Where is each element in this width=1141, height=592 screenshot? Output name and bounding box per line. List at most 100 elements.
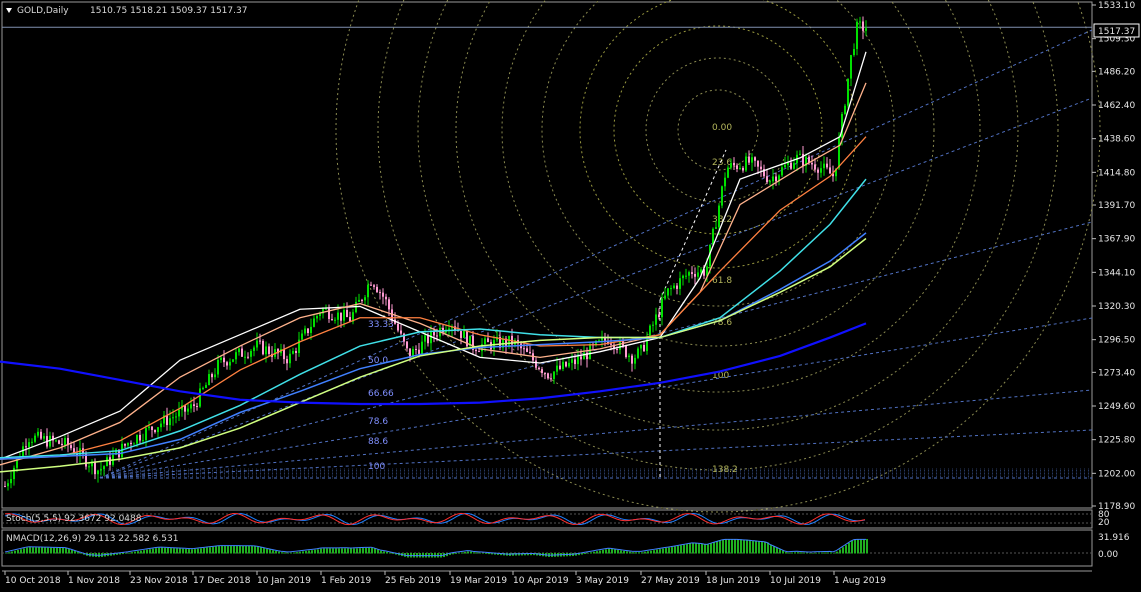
bull-candle [853, 49, 855, 56]
bull-candle [568, 362, 570, 367]
macd-histogram-bar [476, 552, 478, 554]
bull-candle [301, 333, 303, 340]
bull-candle [55, 440, 57, 442]
bear-candle [658, 314, 660, 318]
price-tick-label: 1438.60 [1098, 135, 1135, 145]
bear-candle [559, 365, 561, 370]
bear-candle [415, 349, 417, 351]
macd-histogram-bar [242, 545, 244, 554]
macd-histogram-bar [470, 551, 472, 554]
fib-arc [335, 0, 1101, 513]
macd-histogram-bar [170, 548, 172, 554]
macd-histogram-bar [740, 539, 742, 554]
bear-candle [388, 299, 390, 310]
macd-histogram-bar [293, 552, 295, 554]
fib-fan-label: 78.6 [368, 417, 388, 427]
bull-candle [700, 269, 702, 273]
macd-histogram-bar [719, 540, 721, 554]
chart-canvas[interactable]: 1533.10 1509.30 1486.20 1462.40 1438.60 1414.… [0, 0, 1141, 592]
macd-histogram-bar [743, 539, 745, 554]
fib-fan-line [99, 29, 1093, 479]
bear-candle [376, 286, 378, 293]
bear-candle [748, 156, 750, 163]
macd-histogram-bar [464, 551, 466, 554]
macd-histogram-bar [281, 552, 283, 554]
bull-candle [712, 228, 714, 245]
macd-histogram-bar [704, 544, 706, 554]
bear-candle [460, 330, 462, 338]
bull-candle [145, 428, 147, 441]
macd-histogram-bar [341, 548, 343, 554]
moving-average-line [0, 232, 867, 460]
bull-candle [781, 167, 783, 176]
macd-histogram-bar [140, 550, 142, 554]
bear-candle [283, 349, 285, 360]
macd-histogram-bar [647, 551, 649, 554]
macd-histogram-bar [386, 551, 388, 554]
macd-histogram-bar [773, 546, 775, 554]
macd-histogram-bar [788, 552, 790, 554]
bear-candle [196, 405, 198, 407]
macd-histogram-bar [254, 546, 256, 554]
bull-candle [727, 167, 729, 178]
bull-candle [724, 177, 726, 187]
macd-histogram-bar [710, 543, 712, 554]
bull-candle [175, 416, 177, 418]
date-tick-label: 10 Jul 2019 [770, 576, 821, 586]
macd-histogram-bar [851, 540, 853, 554]
macd-histogram-bar [731, 539, 733, 554]
macd-histogram-bar [317, 549, 319, 554]
macd-histogram-bar [587, 552, 589, 554]
macd-histogram-bar [854, 539, 856, 554]
price-tick-label: 1320.30 [1098, 302, 1135, 312]
bull-candle [634, 357, 636, 364]
macd-histogram-bar [338, 548, 340, 554]
macd-histogram-bar [23, 548, 25, 554]
bull-candle [199, 388, 201, 407]
bull-candle [310, 326, 312, 333]
macd-histogram-bar [71, 549, 73, 554]
bear-candle [151, 426, 153, 430]
macd-histogram-bar [311, 550, 313, 554]
macd-histogram-bar [683, 544, 685, 554]
macd-histogram-bar [35, 547, 37, 554]
macd-histogram-bar [776, 547, 778, 554]
bull-candle [655, 314, 657, 325]
bull-candle [649, 325, 651, 338]
macd-histogram-bar [299, 551, 301, 554]
macd-histogram-bar [323, 548, 325, 554]
macd-histogram-bar [656, 549, 658, 554]
macd-histogram-bar [686, 544, 688, 554]
bear-candle [373, 285, 375, 287]
macd-histogram-bar [365, 547, 367, 554]
macd-histogram-bar [200, 548, 202, 554]
bear-candle [382, 292, 384, 297]
bull-candle [13, 467, 15, 480]
macd-histogram-bar [785, 552, 787, 554]
macd-histogram-bar [860, 539, 862, 554]
price-tick-label: 1462.40 [1098, 101, 1135, 111]
macd-histogram-bar [209, 547, 211, 554]
macd-histogram-bar [248, 546, 250, 554]
bull-candle [583, 352, 585, 360]
macd-histogram-bar [836, 551, 838, 554]
bear-candle [262, 340, 264, 355]
macd-histogram-bar [614, 549, 616, 554]
macd-histogram-bar [149, 549, 151, 554]
bull-candle [589, 344, 591, 360]
bull-candle [751, 157, 753, 163]
bull-candle [637, 348, 639, 358]
bear-candle [526, 348, 528, 352]
macd-histogram-bar [608, 548, 610, 554]
bull-candle [325, 308, 327, 310]
bear-candle [811, 162, 813, 165]
bull-candle [142, 440, 144, 442]
bull-candle [34, 435, 36, 442]
bull-candle [205, 385, 207, 388]
bear-candle [370, 284, 372, 286]
macd-histogram-bar [839, 549, 841, 554]
macd-histogram-bar [842, 547, 844, 554]
bear-candle [340, 312, 342, 321]
price-tick-label: 1178.90 [1098, 502, 1135, 512]
bull-candle [799, 153, 801, 155]
